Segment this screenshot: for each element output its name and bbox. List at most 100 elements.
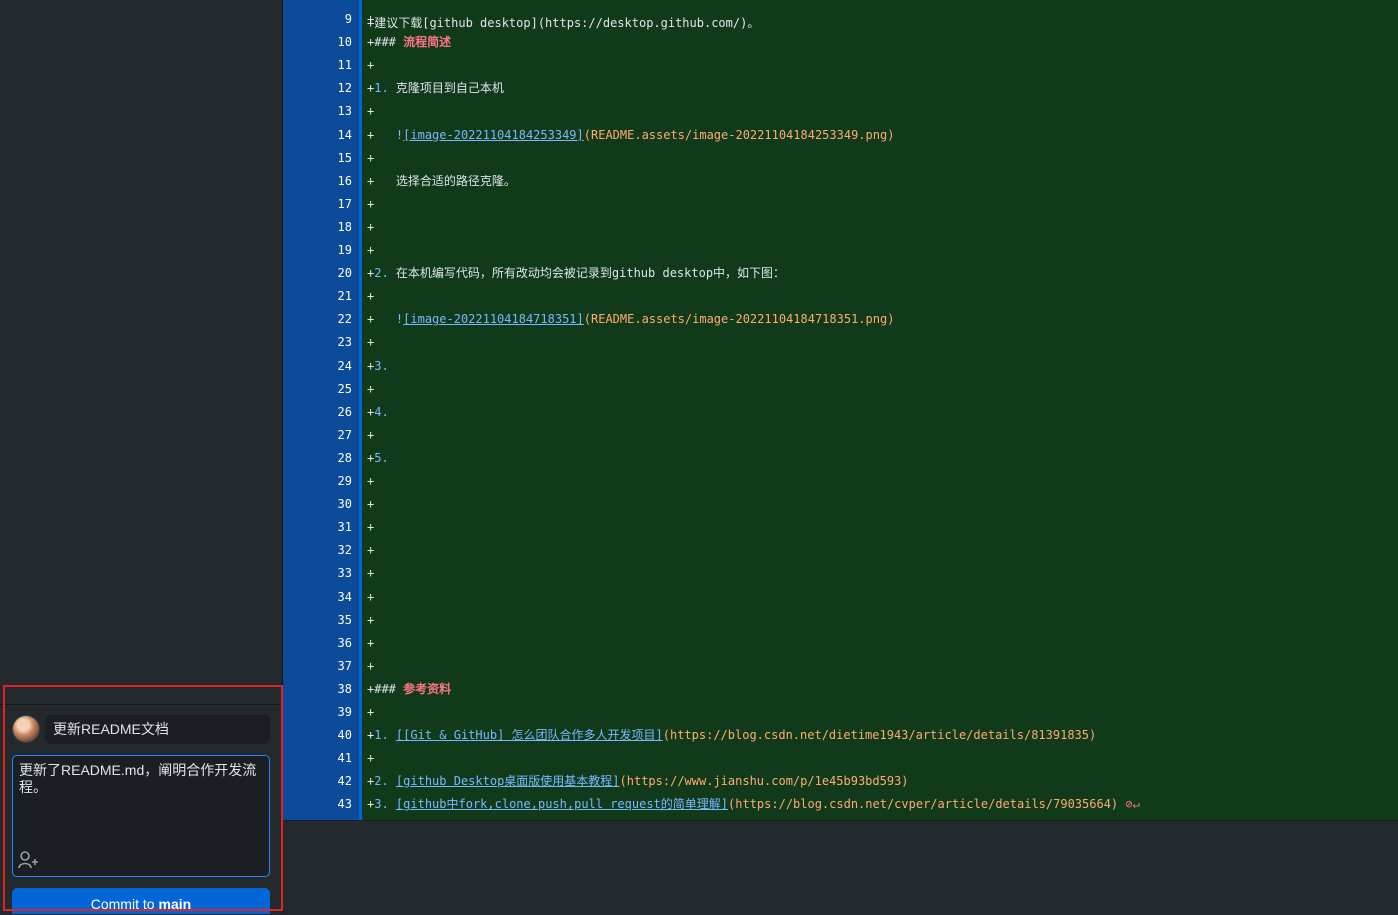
diff-line-code: + [367,747,374,770]
diff-line-code: + [367,54,374,77]
diff-line-code: +4. [367,401,389,424]
diff-line: 22 + ![image-20221104184718351](README.as… [283,308,1398,331]
code-token: + [367,58,375,73]
code-token: + 选择合适的路径克隆。 [367,173,516,188]
code-token: 3. [374,358,389,373]
line-number: 17 [337,196,352,211]
diff-line-code: + ![image-20221104184253349](README.asse… [367,124,894,147]
line-number: 22 [337,312,352,327]
diff-line-code: +### 参考资料 [367,678,451,701]
diff-line-code: + [367,493,374,516]
markdown-url: (https://www.jianshu.com/p/1e45b93bd593) [619,774,909,789]
line-number: 35 [337,612,352,627]
commit-summary-input[interactable]: 更新README文档 [45,715,270,744]
diff-line: 27 + [283,424,1398,447]
diff-line-code: + [367,285,374,308]
markdown-link: [[Git & GitHub] 怎么团队合作多人开发项目] [395,728,663,743]
diff-line: 12 +1. 克隆项目到自己本机 [283,77,1398,100]
diff-line: 35 + [283,609,1398,632]
diff-line: 16 + 选择合适的路径克隆。 [283,170,1398,193]
code-token: 流程简述 [403,35,452,50]
diff-line-code: + [367,632,374,655]
diff-line-code: +1. 克隆项目到自己本机 [367,77,504,100]
diff-line: 9 + [283,8,1398,31]
markdown-url: (https://blog.csdn.net/dietime1943/artic… [662,728,1097,743]
line-number: 23 [337,335,352,350]
diff-line: 40 +1. [[Git & GitHub] 怎么团队合作多人开发项目](http… [283,724,1398,747]
line-number: 29 [337,474,352,488]
line-number: 11 [337,58,352,73]
commit-button[interactable]: Commit to main [12,888,270,914]
diff-line-code: + [367,470,374,493]
markdown-link: [github中fork,clone,push,pull request的简单理… [395,797,729,812]
diff-line: 38 +### 参考资料 [283,678,1398,701]
diff-bottom-area [283,820,1398,915]
diff-line-code: + 选择合适的路径克隆。 [367,170,516,193]
diff-line: 11 + [283,54,1398,77]
code-token: 克隆项目到自己本机 [388,81,504,96]
user-avatar [13,716,39,742]
diff-line-code: + [367,424,374,447]
line-number: 21 [337,289,352,304]
diff-line-code: +3. [github中fork,clone,push,pull request… [367,793,1140,816]
code-token: 4. [374,404,389,419]
code-token: 3. [374,797,389,812]
diff-line: 34 + [283,586,1398,609]
code-token: 参考资料 [403,681,452,696]
commit-button-branch: main [158,896,192,912]
diff-line-code: +2. [github Desktop桌面版使用基本教程](https://ww… [367,770,909,793]
commit-button-prefix: Commit to [90,896,155,912]
diff-line: 31 + [283,516,1398,539]
diff-line: 32 + [283,539,1398,562]
line-number: 14 [337,127,352,142]
diff-line-code: + [367,147,374,170]
diff-line-code: + [367,701,374,724]
code-token: + [367,474,375,488]
markdown-link: [image-20221104184718351] [403,312,584,327]
line-number: 19 [337,243,352,257]
code-token: + [367,312,396,327]
diff-line-code: + [367,100,374,123]
code-token: 2. [374,774,389,789]
code-token: + [367,497,375,512]
line-number: 16 [337,173,352,188]
diff-line-code: + [367,586,374,609]
diff-line: 13 + [283,100,1398,123]
code-token: 在本机编写代码，所有改动均会被记录到github desktop中，如下图： [388,266,786,281]
line-number: 32 [337,543,352,558]
code-token: + [367,566,375,581]
code-token: 2. [374,266,389,281]
line-number: 42 [337,774,352,789]
no-newline-icon: ⊘↵ [1118,797,1140,812]
code-token: + [367,12,375,26]
line-number: 12 [337,81,352,96]
line-number: 39 [337,705,352,719]
code-token: + [367,427,375,442]
diff-line: 24 +3. [283,355,1398,378]
line-number: 9 [344,12,352,26]
diff-line: 37 + [283,655,1398,678]
diff-line: 29 + [283,470,1398,493]
diff-line: 26 +4. [283,401,1398,424]
diff-line-code: + [367,516,374,539]
code-token: + [367,751,375,766]
add-coauthor-icon[interactable] [18,851,40,869]
diff-line-code: + [367,193,374,216]
diff-line: 10 +### 流程简述 [283,31,1398,54]
markdown-link: [image-20221104184253349] [403,127,584,142]
diff-line: 36 + [283,632,1398,655]
diff-line: 41 + [283,747,1398,770]
diff-line-code: +1. [[Git & GitHub] 怎么团队合作多人开发项目](https:… [367,724,1096,747]
diff-line-code: + [367,655,374,678]
code-token: + [367,381,375,396]
diff-line: 18 + [283,216,1398,239]
diff-line: 15 + [283,147,1398,170]
diff-line-code: +5. [367,447,389,470]
code-token: + [367,589,375,604]
line-number: 15 [337,150,352,165]
diff-line-code: +2. 在本机编写代码，所有改动均会被记录到github desktop中，如下… [367,262,785,285]
line-number: 28 [337,450,352,465]
diff-line: 43 +3. [github中fork,clone,push,pull reque… [283,793,1398,816]
commit-description-input[interactable]: 更新了README.md，阐明合作开发流程。 [12,755,270,877]
